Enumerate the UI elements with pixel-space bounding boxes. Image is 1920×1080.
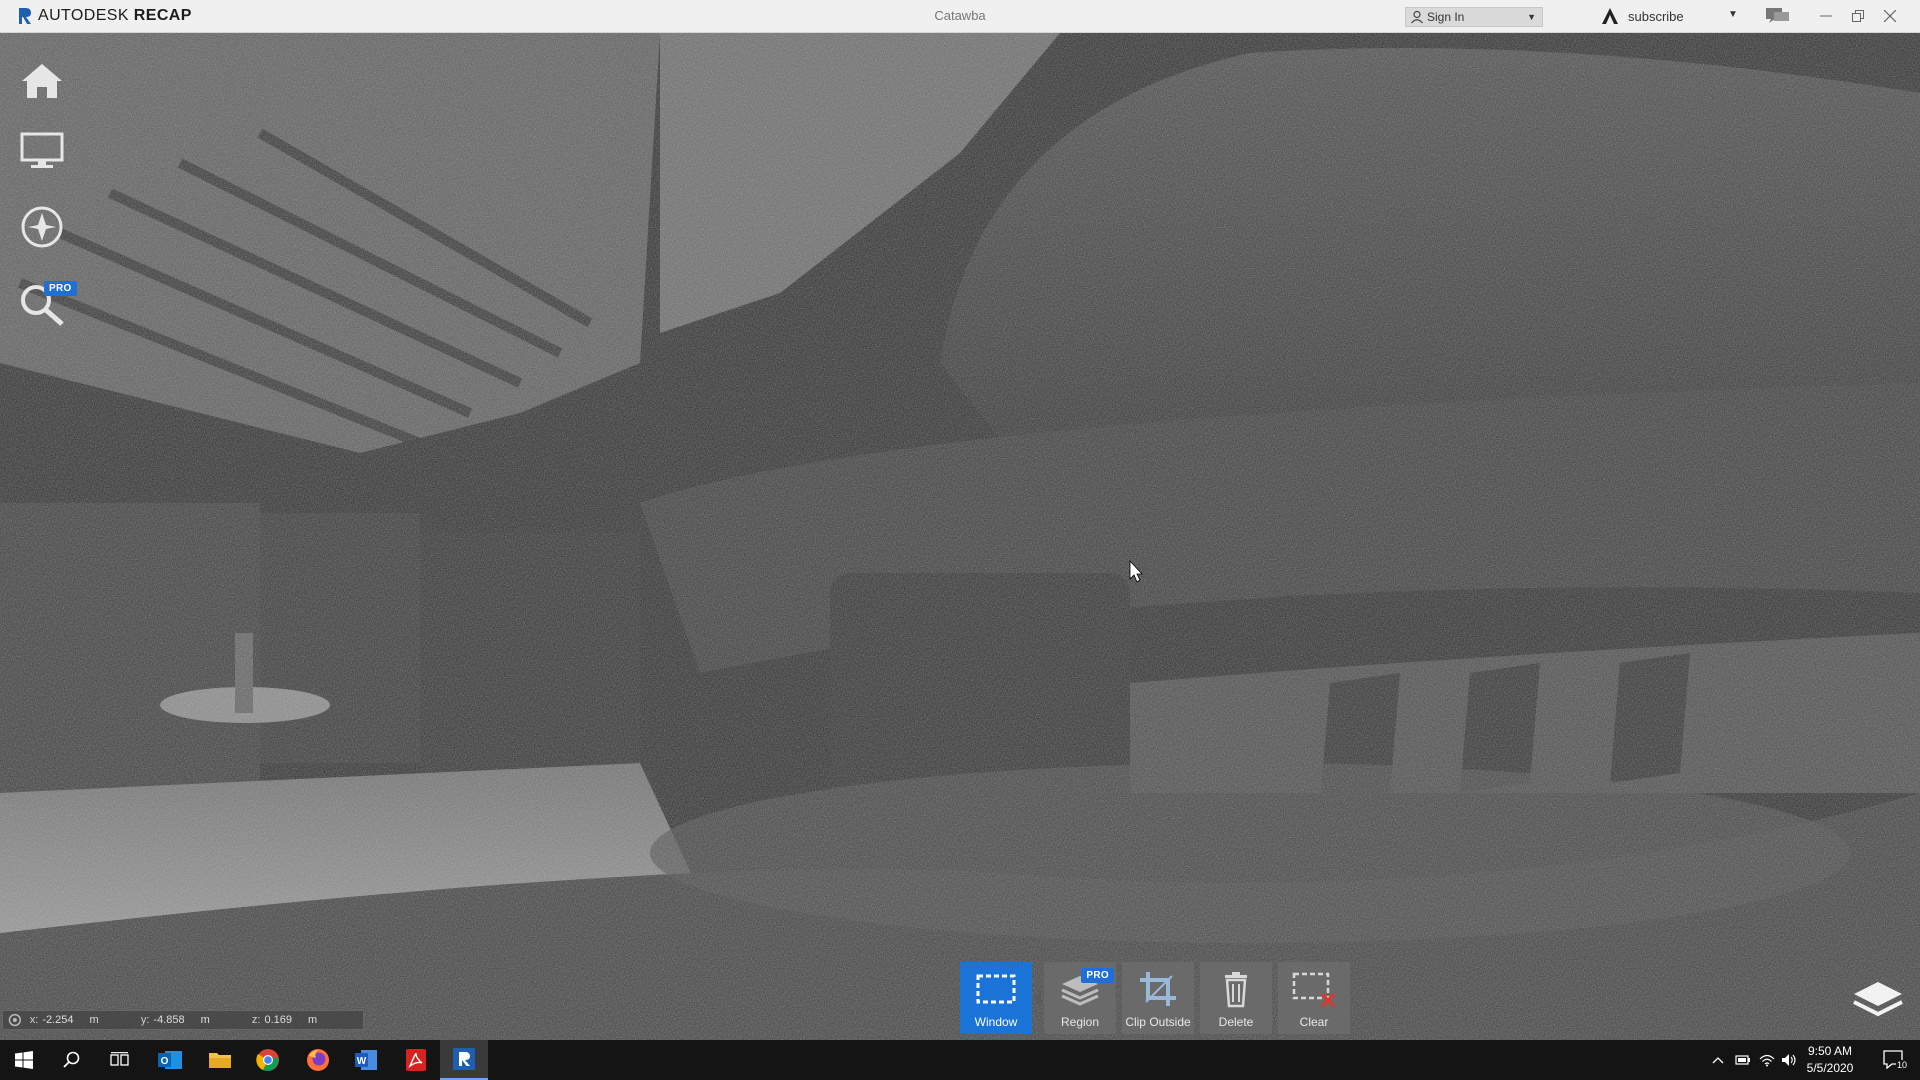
clip-outside-label: Clip Outside — [1125, 1015, 1191, 1029]
restore-icon — [1852, 10, 1864, 22]
battery-tray-icon[interactable] — [1732, 1040, 1754, 1080]
title-bar: AUTODESK RECAP Catawba Sign In ▼ subscri… — [0, 0, 1920, 33]
system-clock[interactable]: 9:50 AM 5/5/2020 — [1790, 1043, 1870, 1077]
windows-taskbar: O W 9:50 AM 5/5/2020 10 — [0, 1040, 1920, 1080]
close-icon — [1884, 10, 1896, 22]
svg-text:W: W — [357, 1056, 367, 1067]
network-tray-icon[interactable] — [1756, 1040, 1778, 1080]
firefox-icon — [307, 1049, 329, 1071]
close-button[interactable] — [1877, 4, 1903, 28]
start-button[interactable] — [0, 1040, 48, 1080]
window-select-button[interactable]: Window — [960, 962, 1032, 1034]
brand-suffix: RECAP — [133, 7, 192, 24]
recap-app-icon — [453, 1048, 475, 1070]
clock-time: 9:50 AM — [1807, 1044, 1853, 1058]
clip-outside-button[interactable]: Clip Outside — [1122, 962, 1194, 1034]
brand-prefix: AUTODESK — [38, 7, 129, 24]
task-view-icon — [110, 1052, 129, 1066]
settings-gear-icon[interactable] — [8, 1013, 22, 1027]
clear-selection-button[interactable]: Clear — [1278, 962, 1350, 1034]
region-select-button[interactable]: PRO Region — [1044, 962, 1116, 1034]
minimize-icon — [1820, 15, 1832, 17]
x-coordinate: x: -2.254 m — [29, 1014, 99, 1026]
subscribe-link[interactable]: subscribe — [1600, 6, 1684, 26]
window-label: Window — [974, 1015, 1018, 1029]
search-button[interactable] — [48, 1040, 96, 1080]
search-icon — [63, 1051, 80, 1068]
taskbar-word[interactable]: W — [342, 1040, 390, 1080]
restore-button[interactable] — [1845, 4, 1871, 28]
chrome-icon — [256, 1049, 279, 1071]
app-name: AUTODESK RECAP — [38, 7, 192, 25]
recap-logo-icon — [19, 8, 31, 24]
notification-count: 10 — [1896, 1060, 1909, 1070]
show-hidden-icons-button[interactable] — [1708, 1040, 1728, 1080]
z-coordinate: z: 0.169 m — [251, 1014, 318, 1026]
delete-button[interactable]: Delete — [1200, 962, 1272, 1034]
home-button[interactable] — [14, 53, 70, 109]
action-center-button[interactable]: 10 — [1874, 1040, 1914, 1080]
user-icon — [1411, 10, 1423, 24]
coordinate-readout: x: -2.254 m y: -4.858 m z: 0.169 m — [2, 1010, 364, 1030]
account-menu-caret-icon[interactable]: ▼ — [1728, 9, 1738, 20]
chevron-down-icon: ▼ — [1527, 12, 1536, 22]
home-icon — [22, 64, 62, 98]
navigation-button[interactable] — [14, 199, 70, 255]
minimize-button[interactable] — [1813, 4, 1839, 28]
taskbar-file-explorer[interactable] — [196, 1040, 244, 1080]
pro-badge: PRO — [44, 281, 77, 296]
wifi-icon — [1759, 1054, 1775, 1067]
clear-selection-icon — [1292, 972, 1336, 1008]
outlook-icon: O — [158, 1051, 182, 1069]
folder-icon — [209, 1053, 231, 1068]
taskbar-recap[interactable] — [440, 1040, 488, 1080]
point-cloud-viewport[interactable]: PRO x: -2.254 m y: -4.858 m z: 0.169 m Window — [0, 33, 1920, 1040]
taskbar-acrobat[interactable] — [392, 1040, 440, 1080]
point-cloud-scene — [0, 33, 1920, 1040]
crop-icon — [1140, 972, 1176, 1006]
sign-in-dropdown[interactable]: Sign In ▼ — [1405, 7, 1543, 27]
window-selection-icon — [976, 974, 1016, 1004]
compass-icon — [21, 206, 63, 248]
chevron-up-icon — [1712, 1057, 1724, 1064]
svg-text:O: O — [161, 1056, 169, 1067]
word-icon: W — [355, 1050, 377, 1070]
region-pro-badge: PRO — [1081, 968, 1114, 983]
task-view-button[interactable] — [96, 1040, 144, 1080]
search-tool-button[interactable]: PRO — [14, 277, 77, 333]
trash-icon — [1225, 972, 1247, 1008]
taskbar-chrome[interactable] — [244, 1040, 292, 1080]
autodesk-a-icon — [1602, 8, 1618, 24]
y-coordinate: y: -4.858 m — [140, 1014, 210, 1026]
sign-in-label: Sign In — [1427, 10, 1465, 24]
taskbar-outlook[interactable]: O — [146, 1040, 194, 1080]
display-settings-button[interactable] — [14, 123, 70, 179]
taskbar-firefox[interactable] — [294, 1040, 342, 1080]
layers-panel-icon[interactable] — [1852, 978, 1904, 1020]
clock-date: 5/5/2020 — [1806, 1061, 1854, 1075]
subscribe-label: subscribe — [1628, 8, 1684, 24]
region-label: Region — [1060, 1015, 1100, 1029]
delete-label: Delete — [1218, 1015, 1254, 1029]
acrobat-icon — [406, 1049, 426, 1071]
battery-icon — [1735, 1055, 1750, 1065]
clear-label: Clear — [1299, 1015, 1329, 1029]
chat-icon[interactable] — [1765, 7, 1791, 25]
windows-logo-icon — [15, 1051, 33, 1069]
toolbar-separator-arrow-icon — [1034, 990, 1041, 1006]
app-brand: AUTODESK RECAP — [18, 6, 192, 26]
monitor-icon — [20, 132, 64, 168]
